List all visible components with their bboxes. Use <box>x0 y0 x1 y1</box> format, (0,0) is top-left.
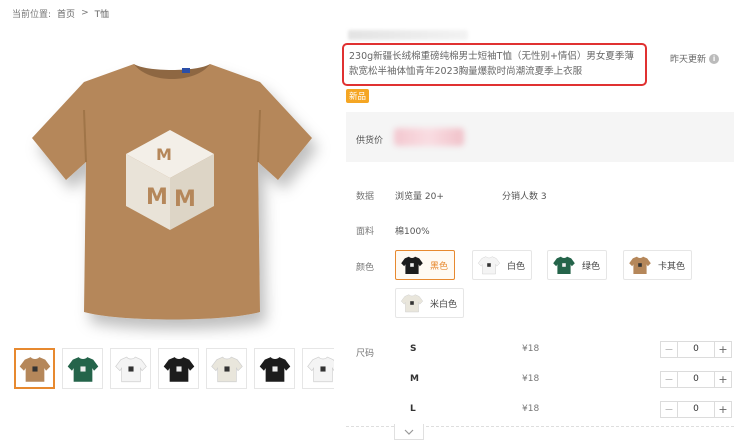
breadcrumb-prefix: 当前位置: <box>12 9 52 20</box>
size-name: S <box>410 344 417 354</box>
color-swatch <box>400 291 424 315</box>
price-value-blurred <box>394 128 464 146</box>
price-label: 供货价 <box>356 136 384 146</box>
product-title: 230g新疆长绒棉重磅纯棉男士短袖T恤（无性别+情侣）男女夏季薄款宽松半袖体恤青… <box>349 51 634 77</box>
thumbnail-strip <box>14 348 334 390</box>
update-text: 昨天更新 <box>670 55 707 65</box>
tshirt-icon <box>67 356 98 382</box>
store-name-blurred <box>348 30 468 40</box>
tshirt-icon <box>19 356 50 382</box>
tshirt-icon <box>210 356 243 382</box>
quantity-input[interactable] <box>678 372 714 387</box>
svg-text:M: M <box>156 145 172 164</box>
info-icon[interactable]: i <box>709 53 720 64</box>
color-option[interactable]: 白色 <box>472 250 533 280</box>
quantity-stepper: − + <box>660 401 732 418</box>
quantity-input[interactable] <box>678 342 714 357</box>
decrease-button[interactable]: − <box>661 342 678 357</box>
color-option[interactable]: 绿色 <box>547 250 608 280</box>
tshirt-icon <box>114 356 147 382</box>
tshirt-icon <box>401 256 423 274</box>
update-status: 昨天更新 i <box>670 52 720 65</box>
increase-button[interactable]: + <box>714 372 731 387</box>
tshirt-icon <box>400 294 424 313</box>
color-swatch <box>400 253 424 277</box>
views-count: 浏览量 20+ <box>395 192 444 202</box>
size-row: M ¥18 − + <box>346 365 734 395</box>
thumbnail[interactable] <box>206 348 247 389</box>
tshirt-icon <box>306 356 334 382</box>
tshirt-icon <box>629 256 651 274</box>
thumbnail[interactable] <box>110 348 151 389</box>
thumbnail[interactable] <box>62 348 103 389</box>
breadcrumb-current[interactable]: T恤 <box>95 7 110 20</box>
thumbnail[interactable] <box>302 348 334 389</box>
color-option[interactable]: 黑色 <box>395 250 456 280</box>
tshirt-icon <box>477 256 501 275</box>
material-value: 棉100% <box>395 227 430 237</box>
thumbnail[interactable] <box>14 348 55 389</box>
size-row: S ¥18 − + <box>346 335 734 365</box>
decrease-button[interactable]: − <box>661 372 678 387</box>
quantity-stepper: − + <box>660 371 732 388</box>
tshirt-icon <box>259 356 290 382</box>
color-name: 绿色 <box>582 261 601 272</box>
breadcrumb-separator: > <box>81 8 89 18</box>
color-option[interactable]: 米白色 <box>395 288 465 318</box>
increase-button[interactable]: + <box>714 402 731 417</box>
color-option[interactable]: 卡其色 <box>623 250 693 280</box>
stats-label: 数据 <box>356 192 375 202</box>
color-swatch <box>477 253 501 277</box>
tshirt-icon <box>163 356 194 382</box>
chevron-down-icon <box>404 429 414 435</box>
size-price: ¥18 <box>522 404 540 414</box>
color-swatch <box>552 253 576 277</box>
color-name: 黑色 <box>430 261 449 272</box>
quantity-stepper: − + <box>660 341 732 358</box>
breadcrumb-home-link[interactable]: 首页 <box>57 7 75 20</box>
size-name: L <box>410 404 416 414</box>
thumbnail[interactable] <box>254 348 295 389</box>
size-price: ¥18 <box>522 344 540 354</box>
svg-text:M: M <box>174 187 196 212</box>
size-name: M <box>410 374 419 384</box>
color-name: 米白色 <box>430 299 458 310</box>
new-badge: 新品 <box>346 89 370 103</box>
resellers-count: 分销人数 3 <box>502 192 547 202</box>
decrease-button[interactable]: − <box>661 402 678 417</box>
expand-more-button[interactable] <box>394 424 424 440</box>
quantity-input[interactable] <box>678 402 714 417</box>
tshirt-illustration: M M M <box>32 64 312 320</box>
svg-text:M: M <box>146 185 168 210</box>
color-name: 卡其色 <box>658 261 686 272</box>
tshirt-icon <box>553 256 575 274</box>
main-product-image[interactable]: M M M <box>12 30 334 340</box>
increase-button[interactable]: + <box>714 342 731 357</box>
color-name: 白色 <box>507 261 526 272</box>
thumbnail[interactable] <box>158 348 199 389</box>
material-label: 面料 <box>356 227 375 237</box>
color-label: 颜色 <box>356 263 375 273</box>
product-title-highlight: 230g新疆长绒棉重磅纯棉男士短袖T恤（无性别+情侣）男女夏季薄款宽松半袖体恤青… <box>342 43 647 86</box>
color-swatch <box>628 253 652 277</box>
breadcrumb: 当前位置: 首页 > T恤 <box>12 6 109 20</box>
size-row: L ¥18 − + <box>346 395 734 425</box>
size-price: ¥18 <box>522 374 540 384</box>
